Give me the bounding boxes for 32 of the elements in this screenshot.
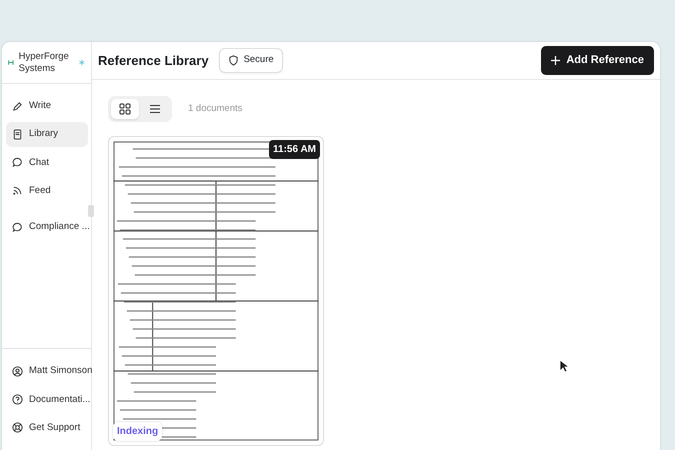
document-icon [12,128,23,140]
nav-item[interactable]: Chat [6,150,88,175]
plus-icon [551,56,560,65]
nav-item[interactable]: Library [6,122,88,146]
add-reference-button[interactable]: Add Reference [541,46,654,75]
list-icon [149,103,161,115]
nav-item[interactable]: Feed [6,178,88,203]
sidebar-link[interactable]: Get Support [6,416,88,440]
resize-handle[interactable] [88,205,94,217]
grid-icon [119,103,131,115]
secure-badge: Secure [218,48,283,73]
help-icon [12,394,23,406]
nav-item[interactable]: Write [6,94,88,118]
timestamp-label: 11:56 AM [269,140,320,159]
document-card[interactable]: 11:56 AM Indexing [108,136,324,446]
shield-icon [228,55,239,66]
nav-item[interactable]: Compliance ... [6,215,88,240]
rss-icon [12,185,23,196]
page-title: Reference Library [98,52,209,70]
lifebuoy-icon [12,422,23,434]
logo-icon [8,59,14,66]
mouse-pointer-icon [559,359,569,373]
status-label: Indexing [113,422,162,441]
document-count: 1 documents [188,102,242,116]
grid-view-button[interactable] [111,99,139,119]
chat-bubble-icon [12,157,23,168]
snowflake-icon [79,58,85,67]
pen-icon [12,100,23,112]
brand-name: HyperForge Systems [18,51,70,74]
chat-bubble-icon [12,222,23,233]
sidebar-link[interactable]: Documentati... [6,388,88,412]
user-icon [12,366,23,377]
